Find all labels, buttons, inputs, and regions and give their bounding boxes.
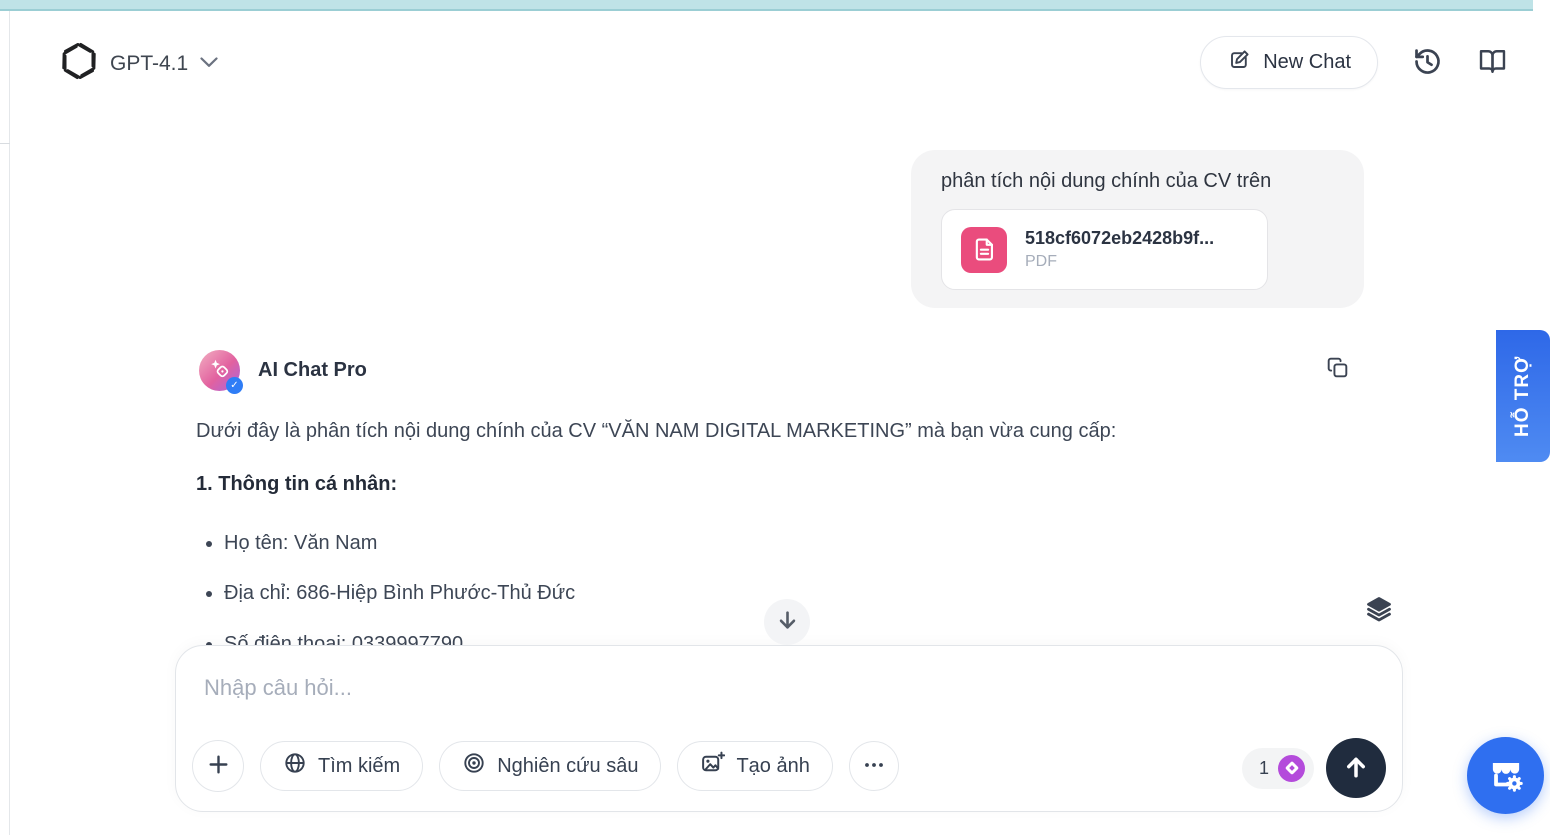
browser-top-strip	[0, 0, 1533, 11]
attachment-card[interactable]: 518cf6072eb2428b9f... PDF	[941, 209, 1268, 290]
attachment-meta: 518cf6072eb2428b9f... PDF	[1025, 228, 1214, 271]
assistant-intro-text: Dưới đây là phân tích nội dung chính của…	[196, 417, 1321, 445]
send-button[interactable]	[1326, 738, 1386, 798]
composer-toolbar: Tìm kiếm Nghiên cứu sâu	[192, 740, 899, 792]
scroll-to-bottom-button[interactable]	[764, 599, 810, 645]
copy-response-button[interactable]	[1326, 356, 1349, 382]
assistant-message-body: Dưới đây là phân tích nội dung chính của…	[196, 417, 1321, 680]
verified-badge-icon: ✓	[226, 377, 243, 394]
user-message-bubble: phân tích nội dung chính của CV trên 518…	[911, 150, 1364, 308]
assistant-bullet-list: Họ tên: Văn Nam Địa chỉ: 686-Hiệp Bình P…	[196, 529, 1321, 658]
user-message-text: phân tích nội dung chính của CV trên	[941, 170, 1334, 193]
globe-icon	[283, 751, 307, 781]
composer-panel: Tìm kiếm Nghiên cứu sâu	[175, 645, 1403, 812]
app-window: GPT-4.1 New Chat	[0, 0, 1550, 835]
create-image-tool-label: Tạo ảnh	[736, 755, 809, 778]
model-switcher[interactable]: GPT-4.1	[60, 42, 218, 85]
model-label: GPT-4.1	[110, 52, 188, 76]
search-tool-button[interactable]: Tìm kiếm	[260, 741, 423, 791]
attachment-filetype: PDF	[1025, 253, 1214, 271]
openai-logo-icon	[60, 42, 98, 85]
layers-button[interactable]	[1365, 595, 1393, 626]
deep-research-tool-button[interactable]: Nghiên cứu sâu	[439, 741, 661, 791]
support-tab[interactable]: HỖ TRỢ	[1496, 330, 1550, 462]
header-actions: New Chat	[1200, 36, 1508, 89]
target-icon	[462, 751, 486, 781]
history-button[interactable]	[1412, 46, 1443, 80]
image-plus-icon	[700, 751, 725, 782]
attach-button[interactable]	[192, 740, 244, 792]
message-input[interactable]	[204, 670, 1304, 706]
composer-right-actions: 1	[1242, 738, 1386, 798]
book-icon	[1477, 47, 1508, 79]
assistant-section-heading: 1. Thông tin cá nhân:	[196, 470, 1321, 498]
assistant-header: ✓ AI Chat Pro	[199, 350, 367, 391]
create-image-tool-button[interactable]: Tạo ảnh	[677, 741, 832, 791]
credits-count: 1	[1259, 758, 1269, 779]
library-button[interactable]	[1477, 47, 1508, 79]
plus-icon	[206, 752, 231, 780]
pdf-file-icon	[961, 227, 1007, 273]
credit-gem-icon	[1278, 755, 1305, 782]
more-tools-button[interactable]	[849, 741, 899, 791]
list-item: Họ tên: Văn Nam	[224, 529, 1321, 557]
arrow-down-icon	[775, 608, 800, 636]
search-tool-label: Tìm kiếm	[318, 755, 400, 778]
copy-icon	[1326, 356, 1349, 382]
storefront-gear-icon	[1485, 753, 1527, 798]
sidebar-divider	[0, 143, 10, 144]
support-tab-label: HỖ TRỢ	[1512, 355, 1534, 436]
assistant-name: AI Chat Pro	[258, 359, 367, 382]
ellipsis-icon	[862, 753, 886, 780]
history-icon	[1412, 46, 1443, 80]
layers-icon	[1365, 595, 1393, 626]
deep-research-tool-label: Nghiên cứu sâu	[497, 755, 638, 778]
chevron-down-icon	[200, 55, 218, 73]
store-support-float-button[interactable]	[1467, 737, 1544, 814]
pencil-square-icon	[1227, 48, 1251, 78]
assistant-avatar: ✓	[199, 350, 240, 391]
arrow-up-icon	[1342, 753, 1370, 784]
new-chat-label: New Chat	[1263, 51, 1351, 74]
credits-badge[interactable]: 1	[1242, 748, 1314, 789]
attachment-filename: 518cf6072eb2428b9f...	[1025, 228, 1214, 249]
new-chat-button[interactable]: New Chat	[1200, 36, 1378, 89]
collapsed-sidebar-rail	[0, 11, 10, 835]
